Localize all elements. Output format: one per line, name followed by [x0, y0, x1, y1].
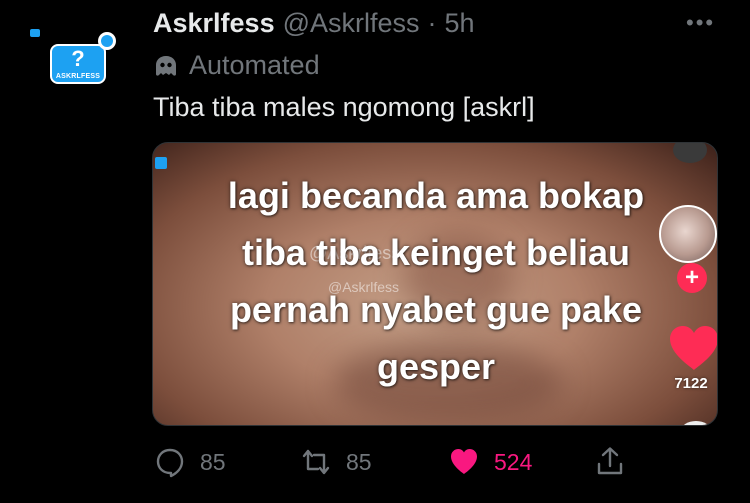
- video-heart-icon: [670, 326, 717, 370]
- user-handle[interactable]: @Askrlfess: [283, 8, 420, 39]
- avatar-symbol: ?: [71, 46, 85, 71]
- like-count: 524: [494, 448, 533, 475]
- verified-icon: [98, 32, 116, 50]
- tweet-time[interactable]: 5h: [445, 8, 475, 39]
- caption-line: tiba tiba keinget beliau: [241, 232, 631, 273]
- tweet-text: Tiba tiba males ngomong [askrl]: [153, 92, 535, 122]
- retweet-count: 85: [346, 448, 372, 475]
- separator-dot: ·: [427, 8, 437, 38]
- sparkle-icon: [30, 29, 40, 37]
- robot-icon: [156, 55, 176, 76]
- display-name[interactable]: Askrlfess: [153, 8, 275, 39]
- share-button[interactable]: [594, 445, 626, 477]
- caption-line: gesper: [376, 346, 496, 387]
- like-button[interactable]: 524: [448, 446, 532, 478]
- creator-avatar: [659, 205, 717, 263]
- reply-icon: [156, 448, 184, 478]
- tweet-header: Askrlfess @Askrlfess · 5h: [153, 8, 475, 40]
- heart-icon: [451, 449, 477, 474]
- music-disc-icon: [681, 421, 711, 425]
- automated-badge: Automated: [153, 50, 320, 81]
- retweet-icon: [302, 449, 330, 475]
- automated-label: Automated: [189, 50, 320, 80]
- flag-icon: [673, 143, 707, 163]
- caption-line: lagi becanda ama bokap: [227, 175, 645, 216]
- retweet-button[interactable]: 85: [300, 446, 372, 478]
- media-caption: lagi becanda ama bokap tiba tiba keinget…: [153, 167, 717, 395]
- more-icon[interactable]: •••: [686, 10, 715, 36]
- follow-plus-icon: +: [677, 263, 707, 293]
- reply-button[interactable]: 85: [154, 446, 226, 478]
- video-like-count: 7122: [674, 375, 708, 392]
- caption-line: pernah nyabet gue pake: [229, 289, 643, 330]
- media-image[interactable]: @Askrlfess @Askrlfess lagi becanda ama b…: [152, 142, 718, 426]
- share-icon: [597, 447, 623, 475]
- avatar-badge: ? ASKRLFESS: [50, 44, 106, 84]
- avatar-label: ASKRLFESS: [55, 73, 101, 80]
- reply-count: 85: [200, 448, 226, 475]
- avatar[interactable]: ? ASKRLFESS: [28, 26, 128, 98]
